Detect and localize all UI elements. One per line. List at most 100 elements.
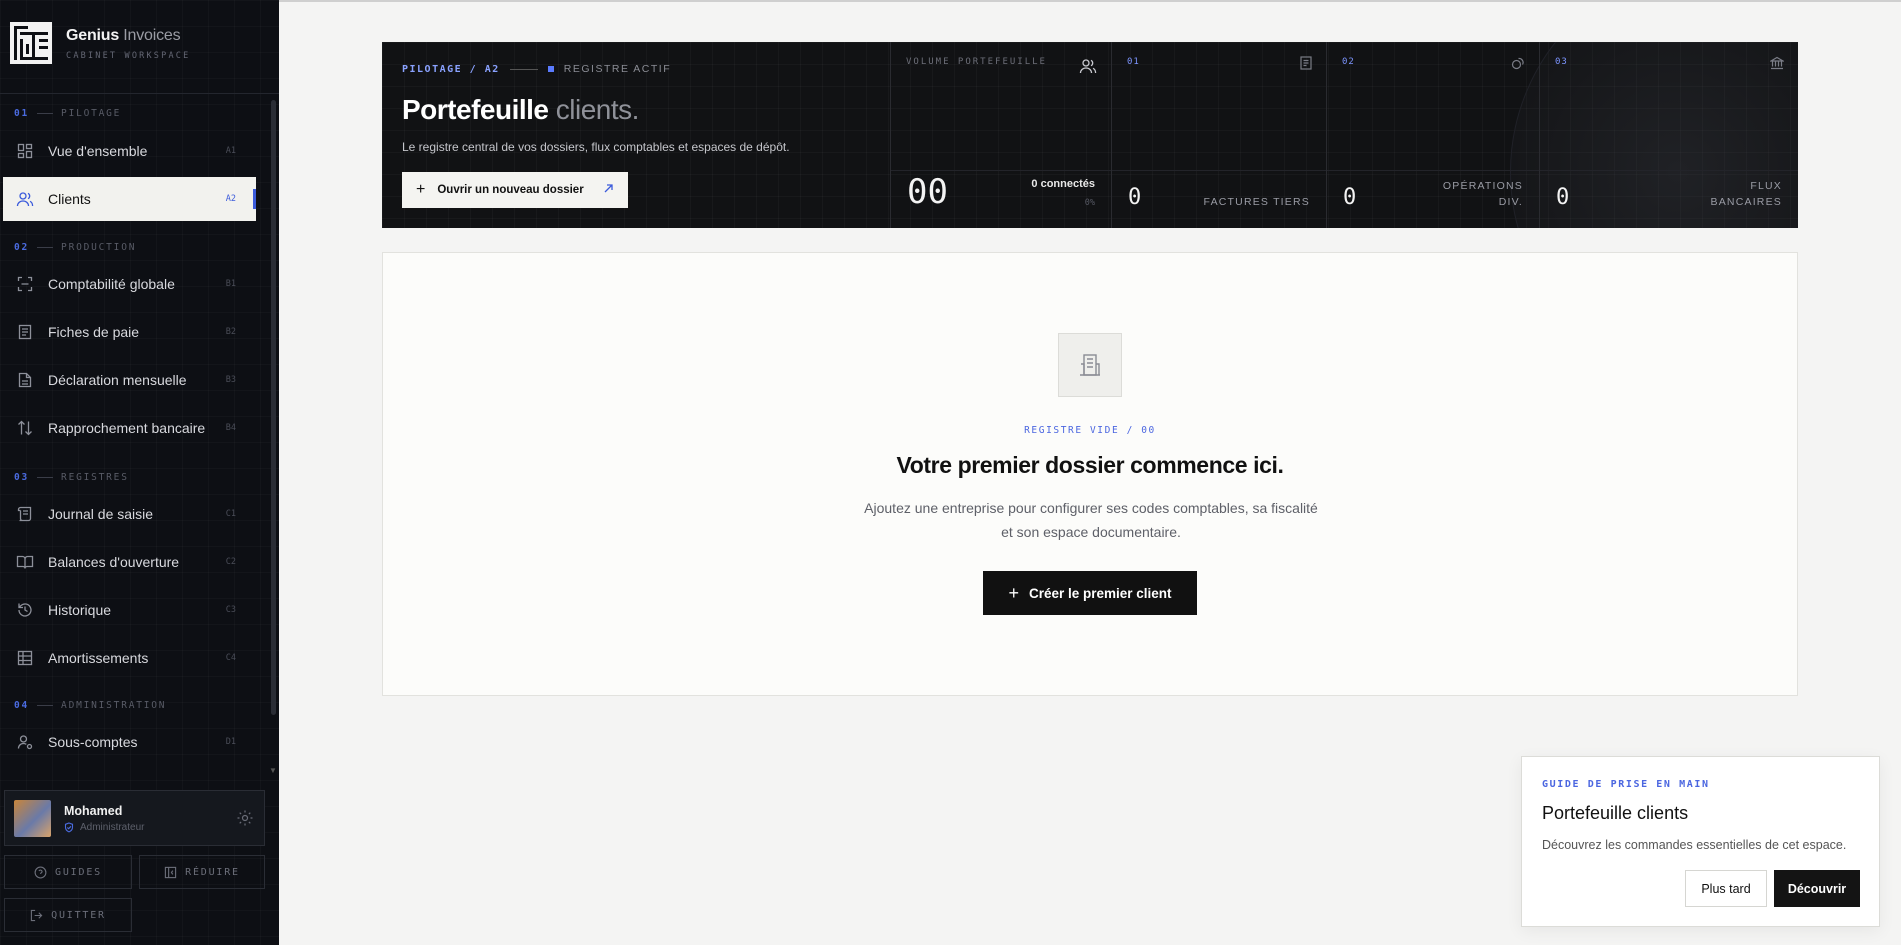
sidebar-item-code: A1 xyxy=(225,146,236,156)
sidebar-item-fiches-paie[interactable]: Fiches de paie B2 xyxy=(3,310,256,354)
user-name: Mohamed xyxy=(64,803,123,818)
logout-icon xyxy=(30,909,43,921)
sidebar-item-historique[interactable]: Historique C3 xyxy=(3,588,256,632)
sidebar-item-label: Vue d'ensemble xyxy=(48,143,148,159)
page-title: Portefeuille clients. xyxy=(402,94,639,125)
sidebar-item-clients[interactable]: Clients A2 xyxy=(3,177,256,221)
page-description: Le registre central de vos dossiers, flu… xyxy=(402,140,790,154)
sidebar-item-code: C4 xyxy=(225,653,236,663)
coins-icon xyxy=(1511,56,1525,75)
file-list-icon xyxy=(16,371,34,389)
stat-header: 01 xyxy=(1127,57,1140,67)
onboarding-guide-popup: GUIDE DE PRISE EN MAIN Portefeuille clie… xyxy=(1521,756,1880,927)
sidebar-item-label: Historique xyxy=(48,602,112,618)
sidebar-item-label: Balances d'ouverture xyxy=(48,554,180,570)
grid-icon xyxy=(16,142,34,160)
sidebar-item-label: Clients xyxy=(48,191,91,207)
user-card[interactable]: Mohamed Administrateur xyxy=(4,790,265,846)
sidebar-item-declaration[interactable]: Déclaration mensuelle B3 xyxy=(3,358,256,402)
users-icon xyxy=(16,190,34,208)
sidebar-item-code: C2 xyxy=(225,557,236,567)
connected-percent: 0% xyxy=(1084,198,1095,208)
stat-value: 0 xyxy=(1556,185,1570,210)
scan-icon xyxy=(16,275,34,293)
sidebar-item-code: C3 xyxy=(225,605,236,615)
sidebar-item-label: Rapprochement bancaire xyxy=(48,420,206,436)
stat-header: VOLUME PORTEFEUILLE xyxy=(906,57,1047,67)
sidebar-item-comptabilite[interactable]: Comptabilité globale B1 xyxy=(3,262,256,306)
sidebar-item-sous-comptes[interactable]: Sous-comptes D1 xyxy=(3,720,256,764)
shield-icon xyxy=(64,821,74,832)
sidebar-scrollbar[interactable] xyxy=(271,100,276,715)
guide-title: Portefeuille clients xyxy=(1542,803,1689,823)
scroll-icon xyxy=(16,505,34,523)
guides-button[interactable]: GUIDES xyxy=(4,855,132,889)
sidebar-item-vue-ensemble[interactable]: Vue d'ensemble A1 xyxy=(3,129,256,173)
arrow-up-right-icon xyxy=(603,183,614,197)
gear-icon[interactable] xyxy=(236,809,254,827)
empty-tag: REGISTRE VIDE / 00 xyxy=(1024,425,1156,436)
stat-value: 0 xyxy=(1343,185,1357,210)
stat-volume: VOLUME PORTEFEUILLE 00 0 connectés 0% xyxy=(890,42,1111,228)
sidebar-item-code: B4 xyxy=(225,423,236,433)
status-badge: REGISTRE ACTIF xyxy=(563,63,672,75)
sidebar-item-label: Sous-comptes xyxy=(48,734,138,750)
empty-description: Ajoutez une entreprise pour configurer s… xyxy=(864,500,1318,540)
building-icon xyxy=(1058,333,1122,397)
sidebar-item-label: Fiches de paie xyxy=(48,324,140,340)
brand-name: Genius Invoices xyxy=(66,27,181,44)
plus-icon: + xyxy=(1008,582,1019,603)
connected-count: 0 connectés xyxy=(1031,178,1095,190)
breadcrumb: PILOTAGE / A2 REGISTRE ACTIF xyxy=(402,63,672,75)
arrows-updown-icon xyxy=(16,419,34,437)
sidebar-item-code: D1 xyxy=(225,737,236,747)
help-circle-icon xyxy=(34,866,47,878)
stat-header: 03 xyxy=(1555,57,1568,67)
empty-title: Votre premier dossier commence ici. xyxy=(896,452,1284,478)
section-administration: 04 ADMINISTRATION xyxy=(14,700,167,711)
users-icon xyxy=(1079,58,1097,79)
reduce-button[interactable]: RÉDUIRE xyxy=(139,855,265,889)
sidebar-item-label: Amortissements xyxy=(48,650,149,666)
sidebar-item-amortissements[interactable]: Amortissements C4 xyxy=(3,636,256,680)
document-icon xyxy=(1300,56,1312,75)
open-new-folder-button[interactable]: + Ouvrir un nouveau dossier xyxy=(402,172,628,208)
book-open-icon xyxy=(16,553,34,571)
plus-icon: + xyxy=(416,181,426,198)
stat-value: 0 xyxy=(1128,185,1142,210)
guide-description: Découvrez les commandes essentielles de … xyxy=(1542,838,1847,852)
scroll-down-icon[interactable]: ▼ xyxy=(269,766,277,775)
sidebar-item-code: B3 xyxy=(225,375,236,385)
stat-factures: 01 0 FACTURES TIERS xyxy=(1111,42,1326,228)
discover-button[interactable]: Découvrir xyxy=(1774,870,1860,907)
sidebar-item-code: B1 xyxy=(225,279,236,289)
table-icon xyxy=(16,649,34,667)
section-pilotage: 01 PILOTAGE xyxy=(14,108,122,119)
stat-label: FLUX BANCAIRES xyxy=(1710,180,1782,208)
sidebar-item-journal[interactable]: Journal de saisie C1 xyxy=(3,492,256,536)
bank-icon xyxy=(1768,56,1786,75)
top-border xyxy=(279,0,1901,2)
stat-label: OPÉRATIONS DIV. xyxy=(1442,180,1523,208)
empty-state-panel: REGISTRE VIDE / 00 Votre premier dossier… xyxy=(382,252,1798,696)
sidebar-item-rapprochement[interactable]: Rapprochement bancaire B4 xyxy=(3,406,256,450)
stat-operations: 02 0 OPÉRATIONS DIV. xyxy=(1326,42,1539,228)
create-first-client-button[interactable]: + Créer le premier client xyxy=(983,571,1197,615)
stat-value: 00 xyxy=(907,172,948,212)
sidebar-item-balances[interactable]: Balances d'ouverture C2 xyxy=(3,540,256,584)
stat-header: 02 xyxy=(1342,57,1355,67)
status-square-icon xyxy=(547,66,554,72)
sidebar-item-label: Déclaration mensuelle xyxy=(48,372,187,388)
later-button[interactable]: Plus tard xyxy=(1685,870,1767,907)
sidebar-item-code: B2 xyxy=(225,327,236,337)
sidebar-collapse-icon xyxy=(164,866,177,878)
stat-label: FACTURES TIERS xyxy=(1203,196,1310,208)
divider xyxy=(0,93,279,94)
brand[interactable]: Genius Invoices CABINET WORKSPACE xyxy=(10,22,190,64)
quit-button[interactable]: QUITTER xyxy=(4,898,132,932)
brand-subtitle: CABINET WORKSPACE xyxy=(66,51,191,61)
sidebar-item-code: A2 xyxy=(225,194,236,204)
stat-flux: 03 0 FLUX BANCAIRES xyxy=(1539,42,1798,228)
sidebar: Genius Invoices CABINET WORKSPACE 01 PILO… xyxy=(0,0,279,945)
section-production: 02 PRODUCTION xyxy=(14,242,137,253)
